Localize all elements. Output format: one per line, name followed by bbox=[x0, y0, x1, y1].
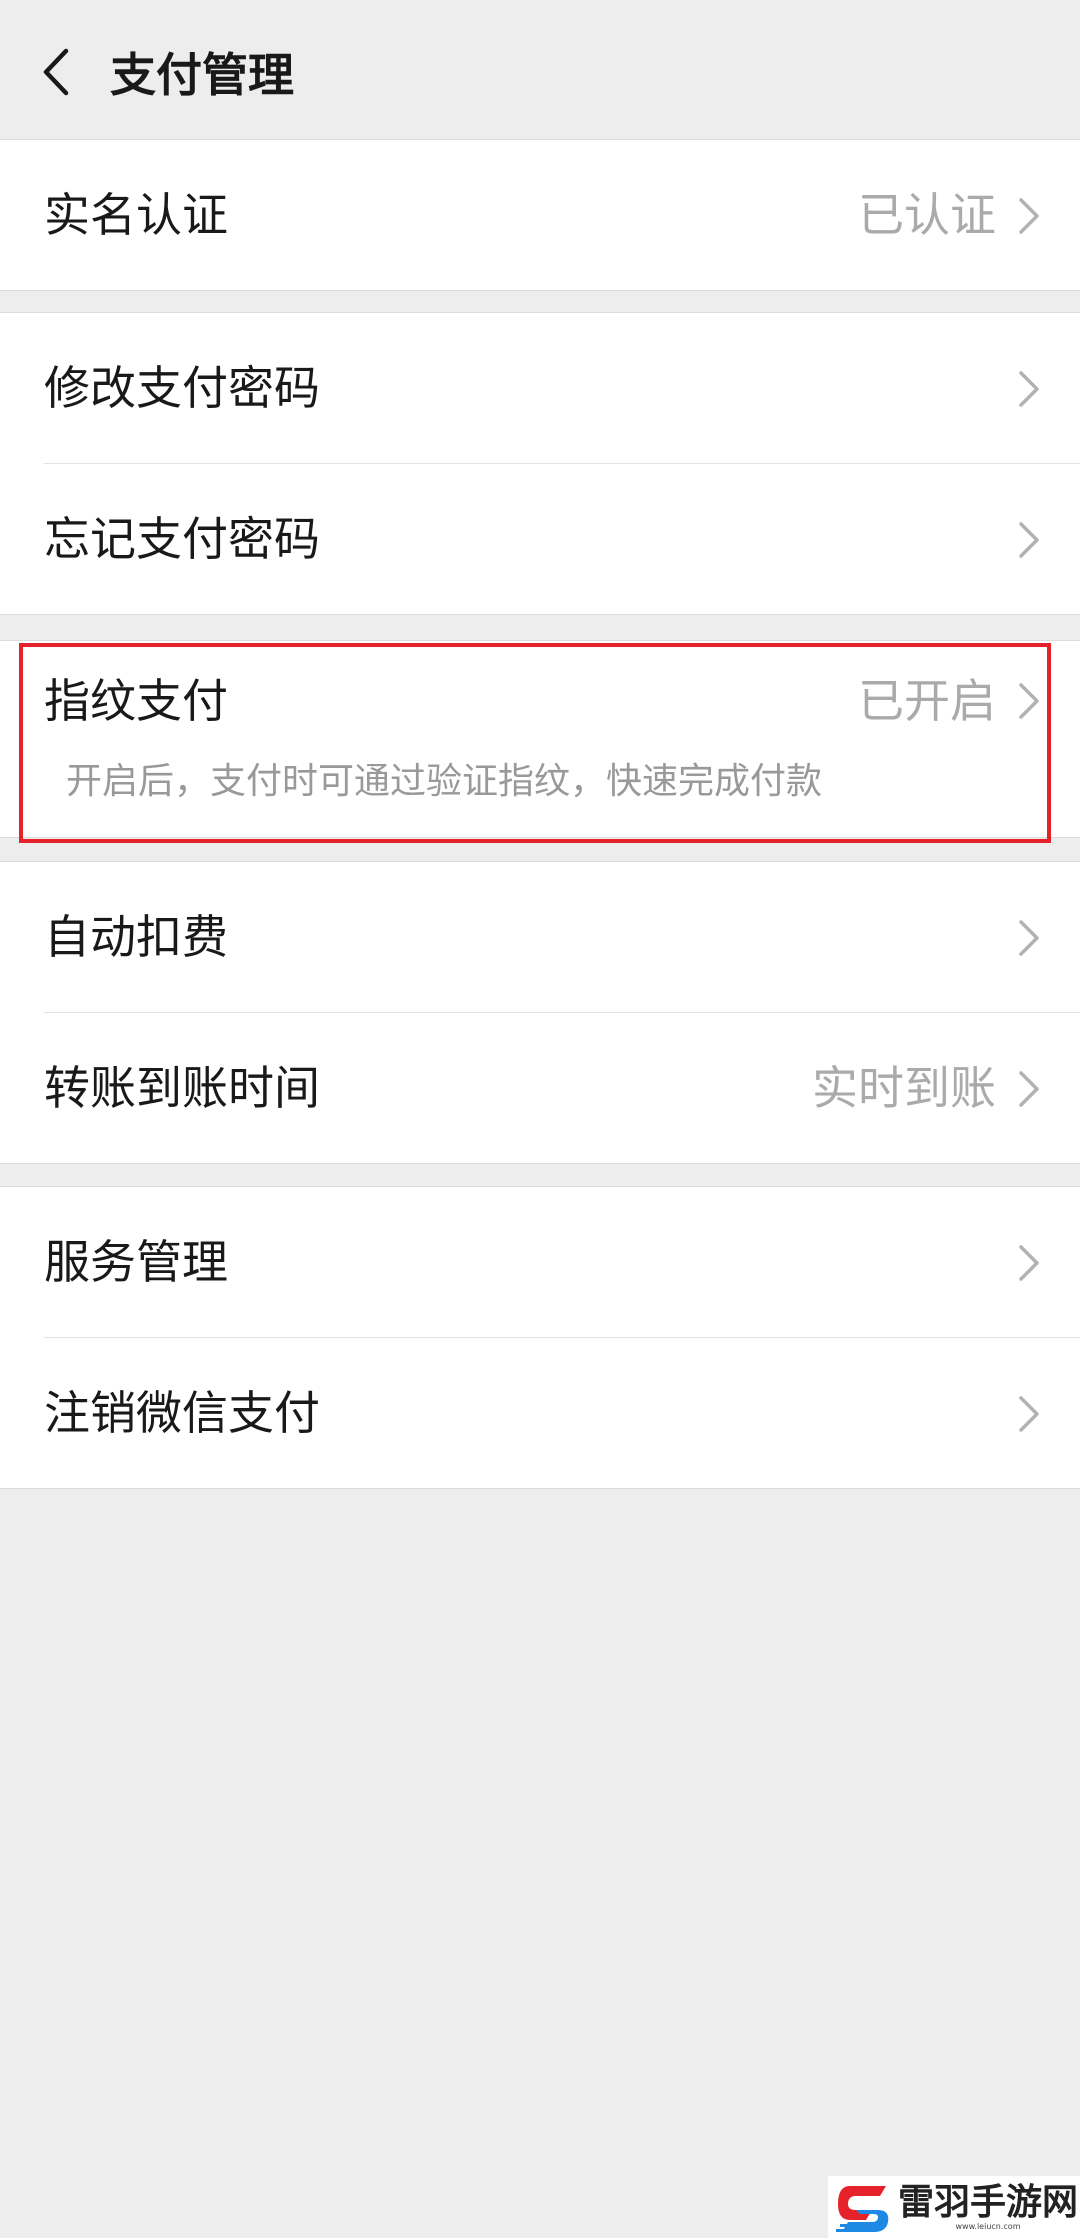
site-logo-mark bbox=[836, 2186, 889, 2232]
chevron-right-icon bbox=[1019, 1245, 1039, 1281]
fingerprint-pay-item[interactable]: 指纹支付 已开启 开启后，支付时可通过验证指纹，快速完成付款 bbox=[0, 641, 1080, 837]
fingerprint-pay-description: 开启后，支付时可通过验证指纹，快速完成付款 bbox=[66, 761, 823, 802]
back-button[interactable] bbox=[20, 30, 92, 114]
chevron-right-icon bbox=[1019, 1071, 1039, 1107]
chevron-right-icon bbox=[1019, 1396, 1039, 1432]
fingerprint-pay-label: 指纹支付 bbox=[44, 674, 228, 728]
transfer-time-label: 转账到账时间 bbox=[44, 1061, 320, 1115]
group-fingerprint: 指纹支付 已开启 开启后，支付时可通过验证指纹，快速完成付款 bbox=[0, 640, 1080, 838]
change-password-label: 修改支付密码 bbox=[44, 361, 320, 415]
cancel-wechat-pay-label: 注销微信支付 bbox=[44, 1386, 320, 1440]
group-payment: 自动扣费 转账到账时间 实时到账 bbox=[0, 861, 1080, 1164]
chevron-right-icon bbox=[1019, 683, 1039, 719]
realname-status: 已认证 bbox=[858, 188, 996, 242]
fingerprint-pay-status: 已开启 bbox=[858, 674, 996, 728]
chevron-left-icon bbox=[43, 48, 69, 96]
group-identity: 实名认证 已认证 bbox=[0, 139, 1080, 291]
transfer-time-item[interactable]: 转账到账时间 实时到账 bbox=[0, 1013, 1080, 1163]
chevron-right-icon bbox=[1019, 522, 1039, 558]
service-manage-item[interactable]: 服务管理 bbox=[0, 1187, 1080, 1337]
forgot-password-label: 忘记支付密码 bbox=[44, 512, 320, 566]
forgot-password-item[interactable]: 忘记支付密码 bbox=[0, 464, 1080, 614]
watermark-text: 雷羽手游网 bbox=[898, 2181, 1079, 2223]
title-bar: 支付管理 bbox=[0, 0, 1080, 140]
auto-deduct-label: 自动扣费 bbox=[44, 910, 228, 964]
change-password-item[interactable]: 修改支付密码 bbox=[0, 313, 1080, 463]
chevron-right-icon bbox=[1019, 371, 1039, 407]
chevron-right-icon bbox=[1019, 198, 1039, 234]
page-title: 支付管理 bbox=[110, 48, 294, 102]
group-service: 服务管理 注销微信支付 bbox=[0, 1186, 1080, 1489]
service-manage-label: 服务管理 bbox=[44, 1235, 228, 1289]
watermark-url: www.leiucn.com bbox=[955, 2222, 1021, 2231]
transfer-time-value: 实时到账 bbox=[812, 1061, 996, 1115]
chevron-right-icon bbox=[1019, 920, 1039, 956]
realname-label: 实名认证 bbox=[44, 188, 228, 242]
group-password: 修改支付密码 忘记支付密码 bbox=[0, 312, 1080, 615]
auto-deduct-item[interactable]: 自动扣费 bbox=[0, 862, 1080, 1012]
cancel-wechat-pay-item[interactable]: 注销微信支付 bbox=[0, 1338, 1080, 1488]
site-watermark-logo: 雷羽手游网 www.leiucn.com bbox=[828, 2176, 1080, 2238]
realname-verification-item[interactable]: 实名认证 已认证 bbox=[0, 140, 1080, 290]
